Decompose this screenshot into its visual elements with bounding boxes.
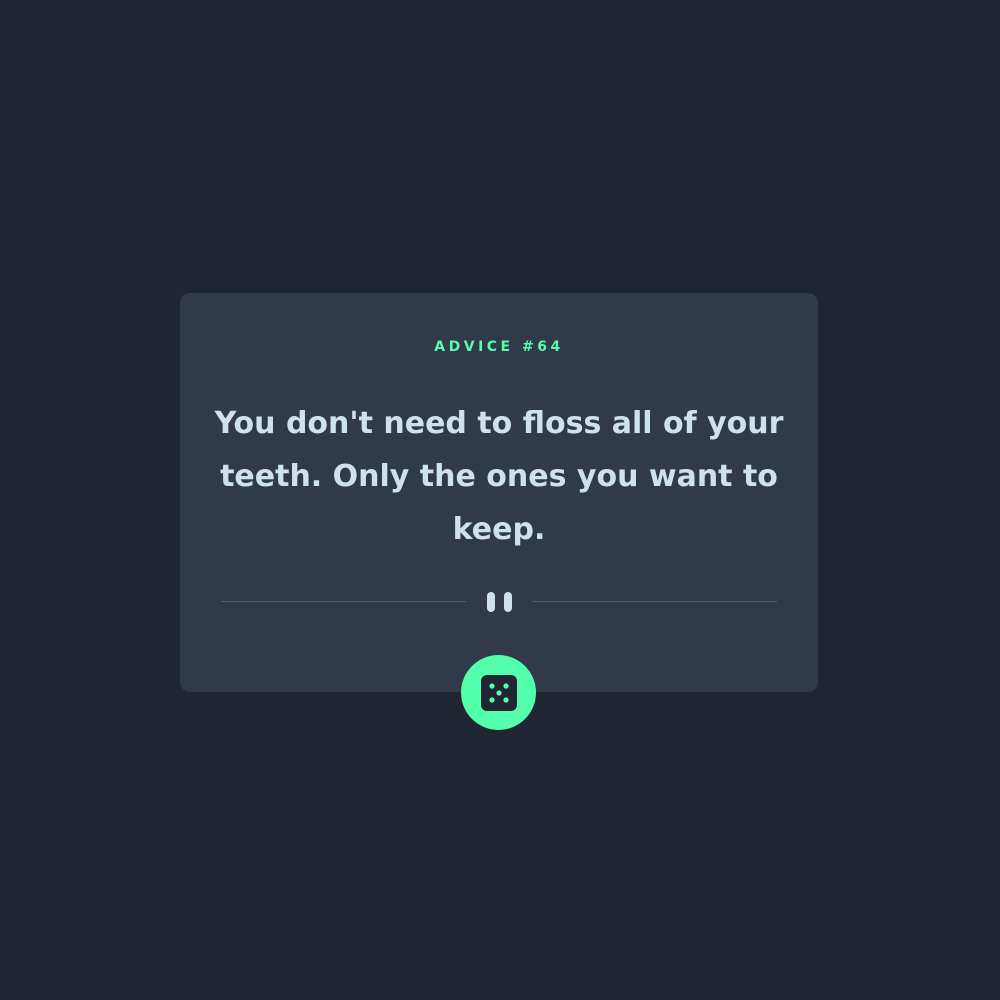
divider-line-left (221, 601, 466, 602)
new-advice-button[interactable] (461, 655, 536, 730)
dice-icon (480, 674, 517, 711)
divider (221, 591, 777, 613)
advice-quote: You don't need to floss all of your teet… (214, 406, 784, 547)
pause-icon (486, 592, 513, 612)
divider-line-right (532, 601, 777, 602)
advice-id-label: ADVICE #64 (434, 339, 564, 355)
advice-card: ADVICE #64 You don't need to floss all o… (180, 293, 818, 692)
